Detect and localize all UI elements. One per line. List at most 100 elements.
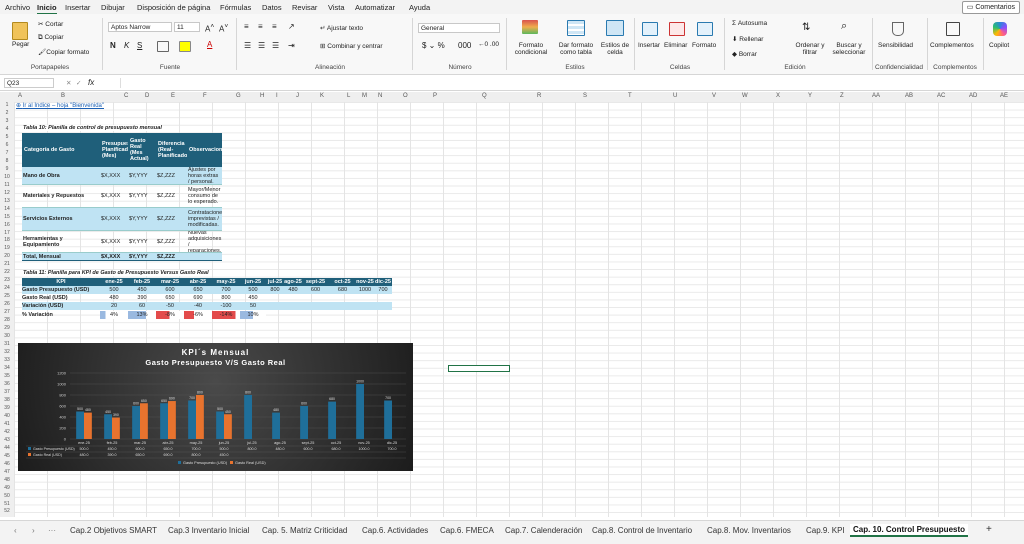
tab-scroll-left-icon[interactable]: ‹ xyxy=(14,526,17,535)
row-header[interactable]: 50 xyxy=(0,493,14,499)
tab-cap5[interactable]: Cap. 5. Matriz Criticidad xyxy=(262,526,347,535)
autosum-button[interactable]: Σ Autosuma xyxy=(732,20,767,27)
column-header[interactable]: AD xyxy=(969,93,977,99)
row-header[interactable]: 33 xyxy=(0,357,14,363)
currency-button[interactable]: $ ⌄ % xyxy=(422,41,445,50)
row-header[interactable]: 17 xyxy=(0,230,14,236)
column-header[interactable]: Z xyxy=(840,93,844,99)
row-header[interactable]: 4 xyxy=(0,126,14,132)
conditional-format-button[interactable]: Formato condicional xyxy=(510,42,552,56)
addins-icon[interactable] xyxy=(946,22,960,36)
row-header[interactable]: 38 xyxy=(0,397,14,403)
menu-disposicion[interactable]: Disposición de página xyxy=(137,3,210,12)
format-table-button[interactable]: Dar formato como tabla xyxy=(555,42,597,56)
column-header[interactable]: K xyxy=(320,93,324,99)
wrap-text-button[interactable]: ↵ Ajustar texto xyxy=(320,24,363,32)
addins-button[interactable]: Complementos xyxy=(930,42,974,49)
row-header[interactable]: 41 xyxy=(0,421,14,427)
row-header[interactable]: 47 xyxy=(0,469,14,475)
comments-button[interactable]: ▭ Comentarios xyxy=(961,1,1020,14)
align-top-icon[interactable]: ≡ xyxy=(244,22,249,31)
align-bottom-icon[interactable]: ≡ xyxy=(272,22,277,31)
tab-cap2[interactable]: Cap.2 Objetivos SMART xyxy=(70,526,157,535)
row-header[interactable]: 22 xyxy=(0,269,14,275)
row-header[interactable]: 48 xyxy=(0,477,14,483)
row-header[interactable]: 42 xyxy=(0,429,14,435)
align-right-icon[interactable]: ☰ xyxy=(272,41,279,50)
row-header[interactable]: 46 xyxy=(0,461,14,467)
column-header[interactable]: S xyxy=(583,93,587,99)
cell-styles-icon[interactable] xyxy=(606,20,624,36)
row-header[interactable]: 35 xyxy=(0,373,14,379)
name-box[interactable]: Q23 xyxy=(4,78,54,88)
thousands-button[interactable]: 000 xyxy=(458,41,471,50)
column-header[interactable]: L xyxy=(347,93,350,99)
tab-cap8-mov[interactable]: Cap.8. Mov. Inventarios xyxy=(707,526,791,535)
row-header[interactable]: 24 xyxy=(0,285,14,291)
font-color-icon[interactable]: A xyxy=(207,40,212,49)
row-header[interactable]: 37 xyxy=(0,389,14,395)
row-header[interactable]: 21 xyxy=(0,261,14,267)
row-header[interactable]: 16 xyxy=(0,222,14,228)
enter-icon[interactable]: ✓ xyxy=(76,79,81,87)
shrink-font-button[interactable]: A˅ xyxy=(219,23,228,34)
row-header[interactable]: 39 xyxy=(0,405,14,411)
row-header[interactable]: 45 xyxy=(0,453,14,459)
column-header[interactable]: AE xyxy=(1000,93,1008,99)
decimals-buttons[interactable]: ←0 .00 xyxy=(478,41,499,48)
fx-button[interactable]: fx xyxy=(88,78,94,87)
align-center-icon[interactable]: ☰ xyxy=(258,41,265,50)
search-icon[interactable]: ⌕ xyxy=(841,20,847,33)
row-header[interactable]: 23 xyxy=(0,277,14,283)
row-header[interactable]: 51 xyxy=(0,501,14,507)
cell-styles-button[interactable]: Estilos de celda xyxy=(598,42,632,56)
delete-cells-icon[interactable] xyxy=(669,22,685,36)
row-header[interactable]: 44 xyxy=(0,445,14,451)
menu-dibujar[interactable]: Dibujar xyxy=(101,3,125,12)
row-header[interactable]: 31 xyxy=(0,341,14,347)
column-header[interactable]: X xyxy=(776,93,780,99)
row-header[interactable]: 27 xyxy=(0,309,14,315)
italic-button[interactable]: K xyxy=(124,41,129,50)
tab-scroll-right-icon[interactable]: › xyxy=(32,526,35,535)
insert-cells-icon[interactable] xyxy=(642,22,658,36)
format-table-icon[interactable] xyxy=(567,20,585,36)
column-header[interactable]: F xyxy=(203,93,207,99)
row-header[interactable]: 26 xyxy=(0,301,14,307)
column-header[interactable]: M xyxy=(362,93,367,99)
tab-cap7[interactable]: Cap.7. Calenderación xyxy=(505,526,582,535)
row-header[interactable]: 8 xyxy=(0,158,14,164)
row-header[interactable]: 15 xyxy=(0,214,14,220)
column-header[interactable]: I xyxy=(276,93,278,99)
underline-button[interactable]: S xyxy=(137,41,142,50)
sort-filter-icon[interactable]: ⇅ xyxy=(802,22,810,33)
sort-filter-button[interactable]: Ordenar y filtrar xyxy=(790,42,830,56)
column-header[interactable]: AC xyxy=(937,93,945,99)
row-header[interactable]: 3 xyxy=(0,118,14,124)
menu-archivo[interactable]: Archivo xyxy=(5,3,30,12)
row-header[interactable]: 11 xyxy=(0,182,14,188)
row-header[interactable]: 1 xyxy=(0,102,14,108)
row-header[interactable]: 10 xyxy=(0,174,14,180)
tab-cap9[interactable]: Cap.9. KPI xyxy=(806,526,845,535)
column-header[interactable]: A xyxy=(18,93,22,99)
column-header[interactable]: AB xyxy=(905,93,913,99)
paste-button[interactable]: Pegar xyxy=(12,41,29,48)
column-header[interactable]: V xyxy=(712,93,716,99)
column-header[interactable]: E xyxy=(171,93,175,99)
tab-cap8-control[interactable]: Cap.8. Control de Inventario xyxy=(592,526,692,535)
row-header[interactable]: 28 xyxy=(0,317,14,323)
formula-input[interactable] xyxy=(120,78,1020,88)
grow-font-button[interactable]: A˄ xyxy=(205,23,214,34)
row-header[interactable]: 43 xyxy=(0,437,14,443)
menu-vista[interactable]: Vista xyxy=(328,3,345,12)
row-header[interactable]: 49 xyxy=(0,485,14,491)
fill-color-icon[interactable] xyxy=(179,41,191,52)
add-sheet-icon[interactable]: + xyxy=(986,524,992,535)
row-header[interactable]: 34 xyxy=(0,365,14,371)
column-header[interactable]: P xyxy=(433,93,437,99)
align-middle-icon[interactable]: ≡ xyxy=(258,22,263,31)
column-header[interactable]: O xyxy=(403,93,408,99)
kpi-chart[interactable]: KPI´s Mensual Gasto Presupuesto V/S Gast… xyxy=(18,343,413,471)
menu-ayuda[interactable]: Ayuda xyxy=(409,3,430,12)
